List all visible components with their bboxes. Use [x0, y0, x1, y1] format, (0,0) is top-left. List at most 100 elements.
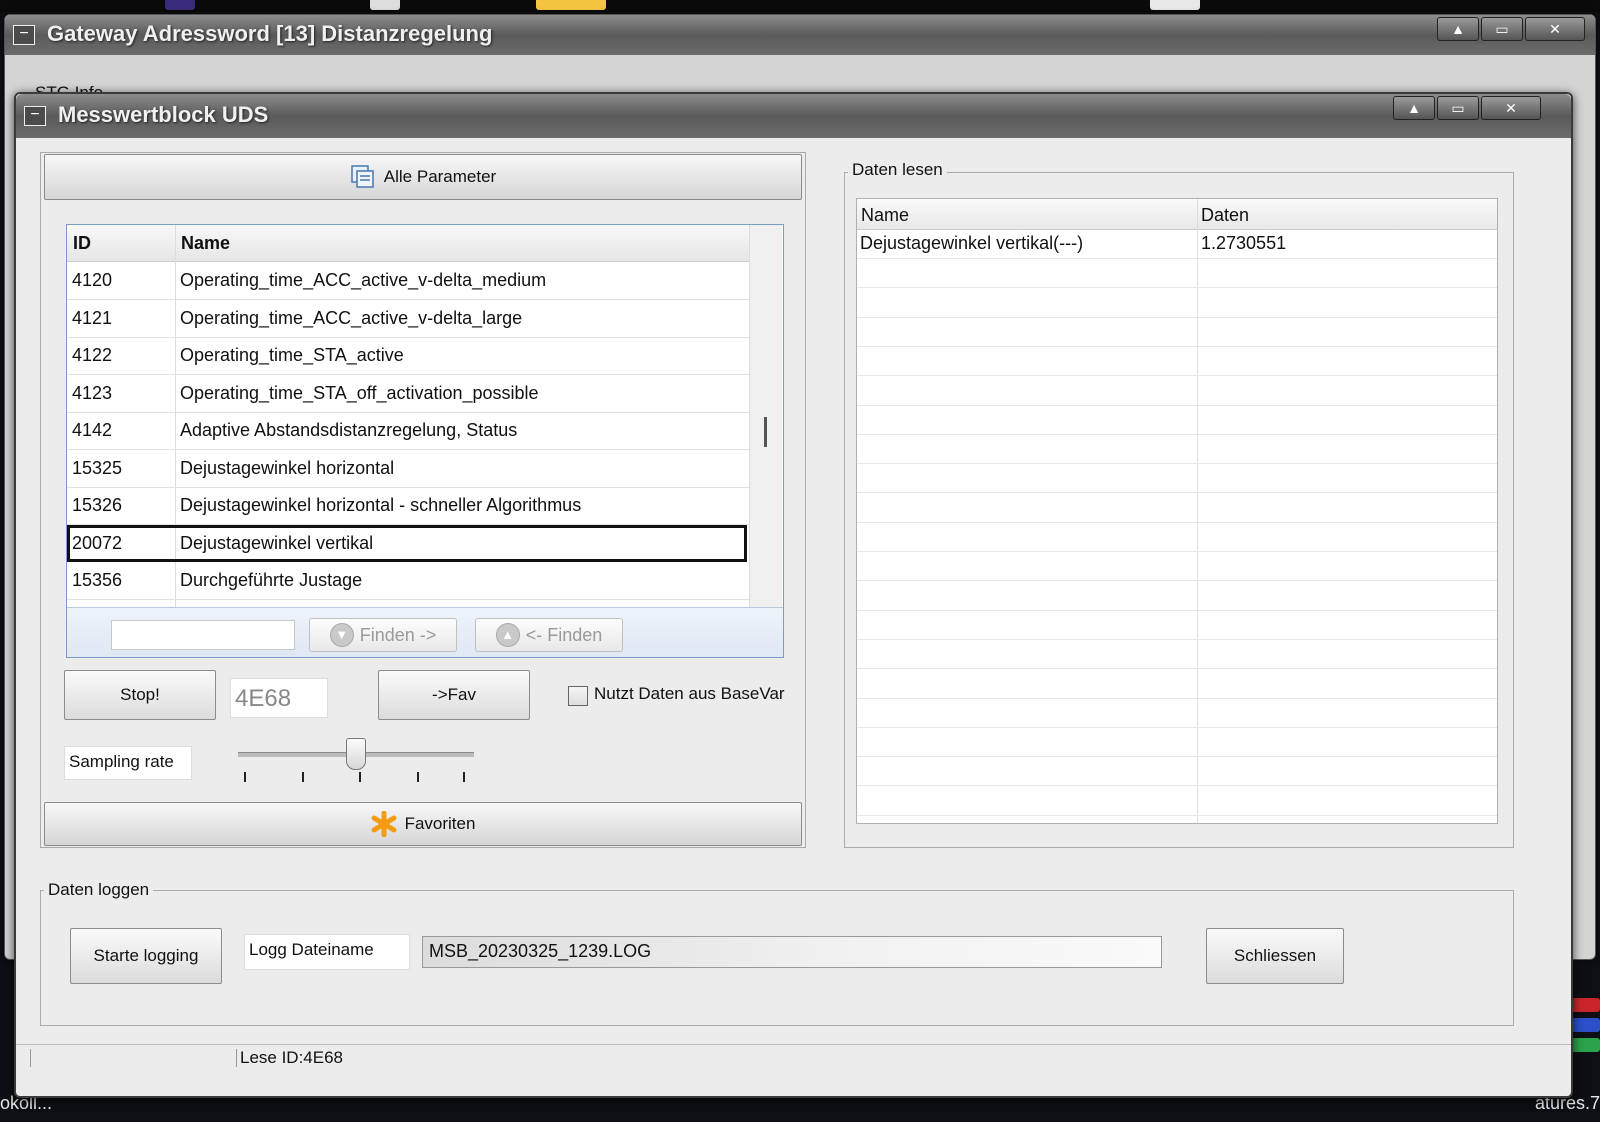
status-text: Lese ID:4E68 — [240, 1048, 344, 1067]
param-id: 4123 — [72, 382, 113, 403]
column-header-id[interactable]: ID — [73, 233, 91, 254]
read-data-title: Daten lesen — [848, 160, 947, 180]
stop-button[interactable]: Stop! — [64, 670, 216, 720]
find-next-button[interactable]: ▼ Finden -> — [309, 618, 457, 652]
asterisk-icon — [371, 811, 397, 837]
table-row[interactable]: 4120 Operating_time_ACC_active_v-delta_me… — [67, 262, 749, 300]
param-name: Dejustagewinkel horizontal - schneller A… — [180, 495, 582, 515]
empty-row[interactable] — [857, 434, 1497, 465]
maximize-icon[interactable]: ▭ — [1437, 96, 1479, 120]
empty-row[interactable] — [857, 639, 1497, 670]
table-row[interactable]: 4122 Operating_time_STA_active — [67, 337, 749, 375]
parameters-icon — [351, 165, 374, 188]
maximize-icon[interactable]: ▭ — [1481, 17, 1523, 41]
empty-row[interactable] — [857, 581, 1497, 611]
column-header-name[interactable]: Name — [861, 205, 909, 226]
empty-row[interactable] — [857, 376, 1497, 406]
minimize-icon[interactable]: ▲ — [1437, 17, 1479, 41]
empty-row[interactable] — [857, 317, 1497, 347]
basevar-checkbox[interactable] — [568, 686, 588, 706]
find-bar: ▼ Finden -> ▲ <- Finden — [67, 607, 783, 657]
table-row[interactable]: 4123 Operating_time_STA_off_activation_po… — [67, 375, 749, 413]
column-header-name[interactable]: Name — [181, 233, 230, 254]
gateway-titlebar[interactable]: − Gateway Adressword [13] Distanzregelun… — [5, 15, 1595, 55]
param-id: 4142 — [72, 420, 113, 440]
table-row[interactable]: 4142 Adaptive Abstandsdistanzregelung, St… — [67, 412, 749, 450]
param-name: Adaptive Abstandsdistanzregelung, Status — [180, 420, 518, 440]
slider-tick — [359, 772, 361, 782]
param-id: 4122 — [72, 345, 113, 365]
empty-row[interactable] — [857, 258, 1497, 289]
empty-row[interactable] — [857, 551, 1497, 582]
empty-row[interactable] — [857, 727, 1497, 758]
table-row[interactable]: Dejustagewinkel vertikal(---) 1.2730551 — [857, 229, 1497, 259]
scrollbar-thumb[interactable] — [764, 417, 767, 447]
empty-row[interactable] — [857, 346, 1497, 377]
slider-tick — [302, 772, 304, 782]
close-icon[interactable]: ✕ — [1481, 96, 1541, 120]
find-previous-label: <- Finden — [525, 624, 603, 645]
column-header-data[interactable]: Daten — [1201, 205, 1249, 226]
add-favorite-button[interactable]: ->Fav — [378, 670, 530, 720]
system-menu-icon[interactable]: − — [24, 106, 46, 126]
empty-row[interactable] — [857, 288, 1497, 318]
empty-row[interactable] — [857, 669, 1497, 699]
param-id: 15325 — [72, 457, 123, 478]
table-row[interactable]: 15356 Durchgeführte Justage — [67, 562, 749, 600]
arrow-down-icon: ▼ — [329, 623, 354, 647]
all-parameters-label: Alle Parameter — [383, 167, 497, 186]
empty-row[interactable] — [857, 405, 1497, 435]
table-row[interactable]: 20072 Dejustagewinkel vertikal — [67, 524, 747, 562]
empty-row[interactable] — [857, 493, 1497, 523]
empty-row[interactable] — [857, 610, 1497, 640]
messwertblock-window: − Messwertblock UDS ▲ ▭ ✕ Alle Parameter… — [14, 92, 1573, 1098]
empty-row[interactable] — [857, 786, 1497, 816]
basevar-label: Nutzt Daten aus BaseVar — [594, 684, 785, 703]
close-button[interactable]: Schliessen — [1206, 928, 1344, 984]
param-name: Operating_time_ACC_active_v-delta_medium — [180, 270, 547, 290]
favorites-label: Favoriten — [404, 814, 476, 833]
find-input[interactable] — [111, 620, 295, 650]
param-name: Operating_time_STA_off_activation_possib… — [180, 382, 539, 403]
system-menu-icon[interactable]: − — [13, 25, 35, 45]
start-logging-button[interactable]: Starte logging — [70, 928, 222, 984]
table-row[interactable]: 4121 Operating_time_ACC_active_v-delta_la… — [67, 300, 749, 338]
param-id: 15326 — [72, 495, 123, 515]
close-icon[interactable]: ✕ — [1525, 17, 1585, 41]
parameter-grid-header: ID Name — [67, 225, 749, 262]
arrow-up-icon: ▲ — [495, 623, 520, 647]
param-id: 15356 — [72, 570, 123, 590]
messwertblock-titlebar[interactable]: − Messwertblock UDS ▲ ▭ ✕ — [16, 94, 1571, 138]
empty-row[interactable] — [857, 698, 1497, 728]
param-name: Durchgeführte Justage — [180, 570, 363, 590]
empty-row[interactable] — [857, 522, 1497, 552]
find-next-label: Finden -> — [359, 624, 437, 645]
read-data-grid[interactable]: Name Daten Dejustagewinkel vertikal(---)… — [856, 198, 1498, 824]
empty-row[interactable] — [857, 756, 1497, 787]
read-value: 1.2730551 — [1201, 233, 1287, 253]
table-row[interactable]: 15326 Dejustagewinkel horizontal - schnel… — [67, 487, 749, 525]
minimize-icon[interactable]: ▲ — [1393, 96, 1435, 120]
read-data-header: Name Daten — [857, 199, 1497, 230]
log-filename-field[interactable]: MSB_20230325_1239.LOG — [422, 936, 1162, 968]
param-id: 4120 — [72, 270, 113, 290]
param-name: Dejustagewinkel vertikal — [180, 532, 374, 553]
parameter-grid-scrollbar[interactable] — [749, 225, 782, 625]
slider-tick — [244, 772, 246, 782]
messwertblock-window-title: Messwertblock UDS — [58, 102, 269, 127]
status-separator — [236, 1049, 237, 1067]
param-name: Dejustagewinkel horizontal — [180, 457, 395, 478]
param-id: 20072 — [72, 532, 123, 553]
slider-tick — [463, 772, 465, 782]
favorites-button[interactable]: Favoriten — [44, 802, 802, 846]
desktop-icon — [1150, 0, 1200, 10]
sampling-rate-slider[interactable] — [346, 738, 366, 770]
find-previous-button[interactable]: ▲ <- Finden — [475, 618, 623, 652]
read-id-field[interactable]: 4E68 — [230, 678, 328, 718]
table-row[interactable]: 15325 Dejustagewinkel horizontal — [67, 450, 749, 488]
all-parameters-button[interactable]: Alle Parameter — [44, 154, 802, 200]
desktop-strip — [0, 0, 1600, 12]
status-separator — [30, 1049, 31, 1067]
empty-row[interactable] — [857, 463, 1497, 494]
parameter-grid[interactable]: ID Name 4120 Operating_time_ACC_active_v-… — [66, 224, 784, 658]
